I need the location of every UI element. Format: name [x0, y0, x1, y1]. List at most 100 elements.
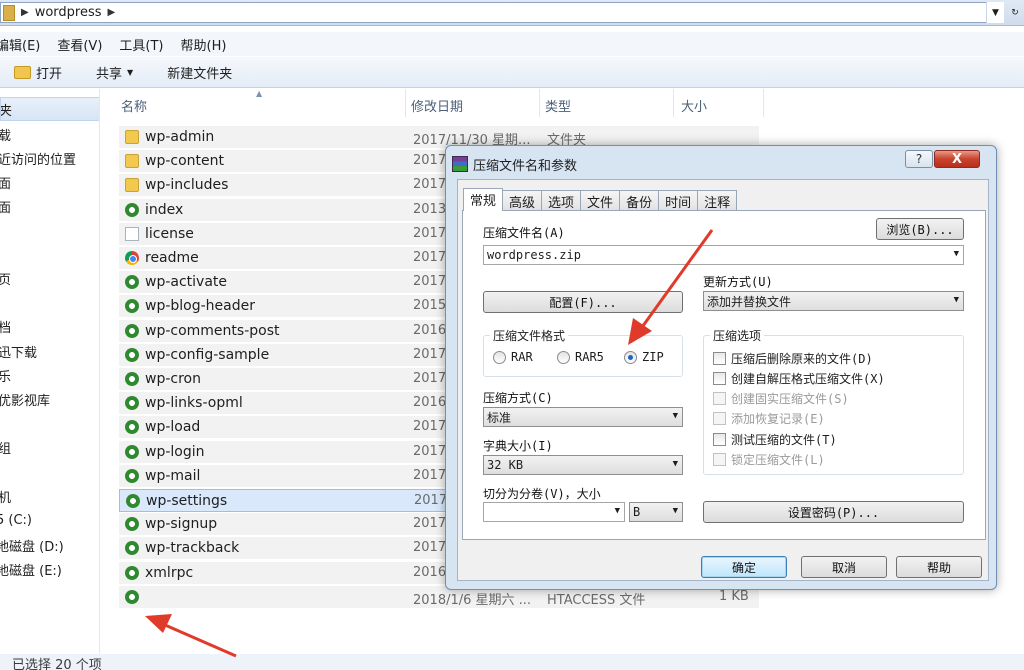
delete-after-checkbox[interactable]: 压缩后删除原来的文件(D): [713, 350, 873, 367]
address-bar: ▶ wordpress ▶ ▼ ↻: [0, 0, 1024, 26]
column-headers: ▲ 名称 修改日期 类型 大小: [101, 89, 1024, 117]
tab-files[interactable]: 文件: [580, 190, 621, 211]
share-button[interactable]: 共享 ▼: [96, 63, 133, 82]
test-checkbox[interactable]: 测试压缩的文件(T): [713, 431, 837, 448]
nav-label: 载: [0, 125, 11, 144]
nav-label: 机: [0, 487, 11, 506]
nav-item[interactable]: 优影视库: [0, 387, 99, 411]
help-button[interactable]: ?: [905, 150, 933, 168]
status-bar: 已选择 20 个项: [0, 654, 1024, 670]
tab-options[interactable]: 选项: [541, 190, 582, 211]
nav-item[interactable]: 地磁盘 (D:): [0, 533, 99, 557]
column-size[interactable]: 大小: [681, 96, 707, 115]
php-file-icon: [125, 589, 139, 604]
method-select[interactable]: 标准 ▼: [483, 407, 683, 427]
nav-item[interactable]: 档: [0, 314, 99, 338]
breadcrumb-wordpress[interactable]: wordpress: [35, 5, 102, 20]
file-name: wp-config-sample: [145, 346, 270, 363]
split-unit-select[interactable]: B ▼: [629, 502, 683, 522]
php-file-icon: [125, 299, 139, 314]
ok-button[interactable]: 确定: [701, 556, 787, 578]
nav-item[interactable]: 页: [0, 266, 99, 290]
cancel-button[interactable]: 取消: [801, 556, 887, 578]
column-divider[interactable]: [763, 89, 764, 117]
nav-item[interactable]: 近访问的位置: [0, 146, 99, 170]
file-date: 2018/1/6 星期六 ...: [413, 592, 532, 608]
nav-item[interactable]: 地磁盘 (E:): [0, 557, 99, 581]
file-date: 2016: [413, 322, 447, 338]
general-tab-panel: 压缩文件名(A) 浏览(B)... wordpress.zip ▼ 更新方式(U…: [462, 210, 986, 540]
refresh-icon[interactable]: ↻: [1006, 2, 1024, 23]
php-file-icon: [125, 202, 139, 217]
chevron-down-icon[interactable]: ▼: [954, 249, 959, 259]
nav-item[interactable]: 机: [0, 484, 99, 508]
nav-item[interactable]: 5 (C:): [0, 508, 99, 532]
file-date: 2017: [413, 346, 447, 362]
column-type[interactable]: 类型: [545, 96, 571, 115]
help-text-button[interactable]: 帮助: [896, 556, 982, 578]
format-zip-radio[interactable]: ZIP: [624, 350, 664, 364]
column-divider[interactable]: [539, 89, 540, 117]
nav-item[interactable]: 载: [0, 122, 99, 146]
solid-checkbox: 创建固实压缩文件(S): [713, 390, 849, 407]
tab-comment[interactable]: 注释: [697, 190, 738, 211]
address-field[interactable]: ▶ wordpress ▶: [0, 2, 1004, 23]
new-folder-button[interactable]: 新建文件夹: [167, 63, 232, 82]
checkbox-box: [713, 372, 726, 385]
menu-view[interactable]: 查看(V): [57, 35, 102, 54]
config-button[interactable]: 配置(F)...: [483, 291, 683, 313]
nav-item[interactable]: 迅下载: [0, 339, 99, 363]
dialog-titlebar[interactable]: 压缩文件名和参数: [452, 149, 577, 179]
checkbox-box: [713, 412, 726, 425]
tab-backup[interactable]: 备份: [619, 190, 660, 211]
checkbox-box: [713, 433, 726, 446]
dict-size-select[interactable]: 32 KB ▼: [483, 455, 683, 475]
folder-open-icon: [14, 65, 31, 79]
file-name: wp-admin: [145, 129, 215, 145]
column-name[interactable]: 名称: [121, 96, 147, 115]
nav-label: 5 (C:): [0, 512, 33, 528]
nav-item[interactable]: 夹: [0, 97, 99, 121]
tab-advanced[interactable]: 高级: [502, 190, 543, 211]
chevron-right-icon[interactable]: ▶: [108, 7, 116, 18]
nav-item[interactable]: 面: [0, 194, 99, 218]
set-password-button[interactable]: 设置密码(P)...: [703, 501, 964, 523]
menu-tools[interactable]: 工具(T): [119, 35, 163, 54]
chevron-down-icon[interactable]: ▼: [615, 506, 620, 516]
chevron-down-icon[interactable]: ▼: [954, 295, 959, 305]
chevron-down-icon[interactable]: ▼: [673, 459, 678, 469]
file-name: wp-load: [145, 419, 201, 436]
tab-general[interactable]: 常规: [463, 188, 504, 211]
nav-item[interactable]: 组: [0, 435, 99, 459]
file-date: 2015: [413, 298, 447, 314]
nav-item[interactable]: 乐: [0, 363, 99, 387]
close-button[interactable]: X: [934, 150, 980, 168]
nav-label: 夹: [0, 103, 13, 119]
column-divider[interactable]: [405, 89, 406, 117]
menu-edit[interactable]: 编辑(E): [0, 35, 40, 54]
tab-time[interactable]: 时间: [658, 190, 699, 211]
chevron-down-icon[interactable]: ▼: [673, 411, 678, 421]
open-button[interactable]: 打开: [14, 63, 62, 82]
nav-label: 优影视库: [0, 393, 51, 409]
php-file-icon: [125, 444, 139, 459]
update-mode-select[interactable]: 添加并替换文件 ▼: [703, 291, 964, 311]
open-label: 打开: [36, 66, 63, 82]
file-name: wp-mail: [145, 467, 201, 484]
sfx-checkbox[interactable]: 创建自解压格式压缩文件(X): [713, 370, 885, 387]
file-date: 2016: [413, 395, 447, 411]
nav-item[interactable]: 面: [0, 170, 99, 194]
format-rar5-radio[interactable]: RAR5: [557, 350, 604, 364]
format-group: 压缩文件格式 RAR RAR5 ZIP: [483, 327, 683, 377]
column-divider[interactable]: [673, 89, 674, 117]
chevron-right-icon[interactable]: ▶: [21, 7, 29, 18]
chevron-down-icon[interactable]: ▼: [673, 506, 678, 516]
archive-name-field[interactable]: wordpress.zip ▼: [483, 245, 964, 265]
file-name: wp-login: [145, 443, 205, 460]
split-size-field[interactable]: ▼: [483, 502, 625, 522]
menu-help[interactable]: 帮助(H): [181, 35, 227, 54]
format-rar-radio[interactable]: RAR: [493, 350, 533, 364]
address-dropdown-icon[interactable]: ▼: [986, 2, 1004, 23]
column-date[interactable]: 修改日期: [411, 96, 463, 115]
browse-button[interactable]: 浏览(B)...: [876, 218, 964, 240]
